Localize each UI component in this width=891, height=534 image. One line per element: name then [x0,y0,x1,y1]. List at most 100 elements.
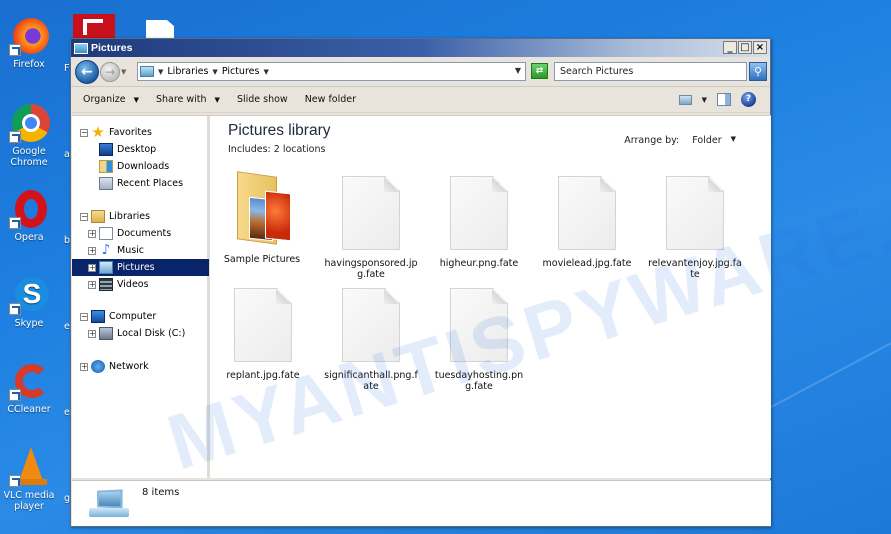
expand-icon[interactable]: + [80,362,88,371]
folder-item[interactable]: Sample Pictures [212,171,312,265]
file-item[interactable]: havingsponsored.jpg.fate [321,176,421,280]
desktop-icon-ccleaner[interactable]: CCleaner [1,361,57,415]
nav-item-videos[interactable]: + Videos [72,276,209,293]
collapse-icon[interactable]: − [80,212,88,221]
nav-item-documents[interactable]: + Documents [72,225,209,242]
desktop-icon-firefox[interactable]: Firefox [1,16,57,70]
libraries-icon [91,210,105,223]
nav-item-music[interactable]: + ♪ Music [72,242,209,259]
help-icon[interactable]: ? [741,92,756,107]
nav-item-computer[interactable]: − Computer [72,308,209,325]
nav-label: Downloads [117,161,170,172]
expand-icon[interactable]: + [88,329,96,338]
expand-icon[interactable]: + [88,229,96,238]
desktop-icon-label: Firefox [13,59,45,70]
item-label: Sample Pictures [223,254,301,265]
view-options-dropdown[interactable]: ▼ [702,96,707,104]
share-with-label: Share with [155,94,207,105]
skype-icon: S [9,275,49,315]
documents-icon [99,227,113,240]
desktop-icon-label: Skype [14,318,44,329]
nav-item-network[interactable]: + Network [72,358,209,375]
search-input[interactable]: Search Pictures [554,62,747,81]
file-item[interactable]: relevantenjoy.jpg.fate [645,176,745,280]
nav-item-pictures[interactable]: + Pictures [72,259,209,276]
star-icon: ★ [91,123,105,141]
chevron-down-icon: ▼ [214,95,220,104]
expand-icon[interactable]: + [88,280,96,289]
arrange-by: Arrange by: Folder ▼ [624,135,736,146]
nav-label: Network [109,361,149,372]
title-bar[interactable]: Pictures _ □ × [71,39,770,57]
library-includes[interactable]: Includes: 2 locations [228,144,325,155]
desktop-partial-label: e [64,321,70,332]
nav-item-recent-places[interactable]: Recent Places [72,175,209,192]
nav-label: Local Disk (C:) [117,328,186,339]
desktop-icon-opera[interactable]: Opera [1,189,57,243]
recent-pages-dropdown[interactable]: ▼ [121,68,126,76]
expand-icon[interactable]: + [88,246,96,255]
desktop-icon-google-chrome[interactable]: Google Chrome [1,103,57,168]
change-view-icon[interactable] [678,94,692,105]
close-button[interactable]: × [753,41,767,54]
breadcrumb-root-arrow[interactable]: ▼ [158,68,163,76]
forward-button[interactable]: → [100,61,120,82]
desktop-icon-label: Opera [14,232,44,243]
slide-show-button[interactable]: Slide show [237,94,288,105]
command-bar: Organize ▼ Share with ▼ Slide show New fol… [71,87,770,113]
nav-item-libraries[interactable]: − Libraries [72,208,209,225]
preview-pane-icon[interactable] [717,93,731,106]
chevron-down-icon: ▼ [133,95,139,104]
library-title: Pictures library [228,122,331,139]
file-item[interactable]: movielead.jpg.fate [537,176,637,269]
breadcrumb-arrow[interactable]: ▼ [212,68,217,76]
file-item[interactable]: tuesdayhosting.png.fate [429,288,529,392]
breadcrumb-arrow[interactable]: ▼ [263,68,268,76]
item-label: replant.jpg.fate [226,370,300,381]
breadcrumb-pictures[interactable]: Pictures [222,66,260,77]
organize-button[interactable]: Organize ▼ [83,94,139,105]
refresh-button[interactable]: ⇄ [531,63,548,79]
nav-item-downloads[interactable]: Downloads [72,158,209,175]
share-with-button[interactable]: Share with ▼ [156,94,220,105]
search-icon[interactable]: ⚲ [749,62,767,81]
back-button[interactable]: ← [75,59,99,84]
new-folder-button[interactable]: New folder [305,94,356,105]
address-history-dropdown[interactable]: ▼ [515,66,521,75]
videos-icon [99,278,113,291]
navigation-pane: − ★ Favorites Desktop Downloads Recent P… [72,116,210,478]
expand-icon[interactable]: + [88,263,96,272]
item-count: 8 items [142,487,180,498]
file-item[interactable]: significanthall.png.fate [321,288,421,392]
blank-file-icon [342,288,400,362]
item-label: havingsponsored.jpg.fate [324,258,418,280]
maximize-button[interactable]: □ [738,41,752,54]
file-item[interactable]: replant.jpg.fate [213,288,313,381]
explorer-body: − ★ Favorites Desktop Downloads Recent P… [72,115,771,478]
desktop-icon-partial-red[interactable] [73,14,115,40]
desktop-icon-skype[interactable]: S Skype [1,275,57,329]
blank-file-icon [450,288,508,362]
nav-item-favorites[interactable]: − ★ Favorites [72,124,209,141]
address-field[interactable]: ▼ Libraries ▼ Pictures ▼ ▼ [137,62,526,81]
desktop-icon-label: Google Chrome [10,146,48,168]
shortcut-arrow-icon [9,131,21,143]
music-note-icon: ♪ [101,242,111,258]
content-pane: Pictures library Includes: 2 locations A… [213,116,771,478]
collapse-icon[interactable]: − [80,128,88,137]
collapse-icon[interactable]: − [80,312,88,321]
desktop-icon-partial-file[interactable] [146,20,174,40]
arrange-by-dropdown[interactable]: Folder [692,135,721,146]
nav-item-desktop[interactable]: Desktop [72,141,209,158]
pictures-icon [99,261,113,274]
picture-folder-icon [233,171,291,246]
desktop-icon-vlc[interactable]: VLC media player [1,447,57,512]
breadcrumb-libraries[interactable]: Libraries [167,66,208,77]
organize-label: Organize [83,94,126,105]
chevron-down-icon[interactable]: ▼ [731,135,736,146]
file-item[interactable]: higheur.png.fate [429,176,529,269]
pictures-library-icon [74,42,88,54]
minimize-button[interactable]: _ [723,41,737,54]
nav-item-local-disk[interactable]: + Local Disk (C:) [72,325,209,342]
pictures-library-large-icon [89,489,129,518]
